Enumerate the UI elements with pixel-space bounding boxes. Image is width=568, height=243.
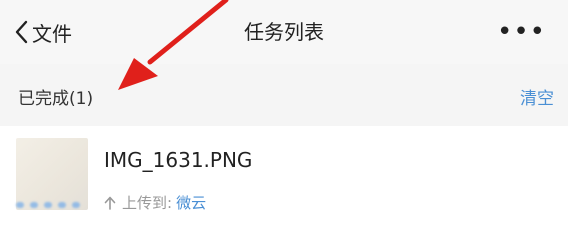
more-horizontal-icon: ••• <box>496 17 546 47</box>
status-prefix: 上传到: <box>122 194 173 212</box>
file-name: IMG_1631.PNG <box>104 148 253 172</box>
completed-section-header: 已完成(1) 清空 <box>0 64 568 126</box>
page-title: 任务列表 <box>244 20 324 44</box>
task-list-item[interactable]: IMG_1631.PNG 上传到: 微云 <box>0 126 568 243</box>
clear-button[interactable]: 清空 <box>520 84 554 109</box>
section-title: 已完成(1) <box>18 89 94 109</box>
upload-status: 上传到: 微云 <box>104 192 206 213</box>
top-navbar: 文件 任务列表 ••• <box>0 0 568 64</box>
blurred-watermark <box>16 200 88 210</box>
upload-destination[interactable]: 微云 <box>176 192 206 213</box>
more-button[interactable]: ••• <box>497 18 546 46</box>
arrow-up-icon <box>104 196 116 210</box>
